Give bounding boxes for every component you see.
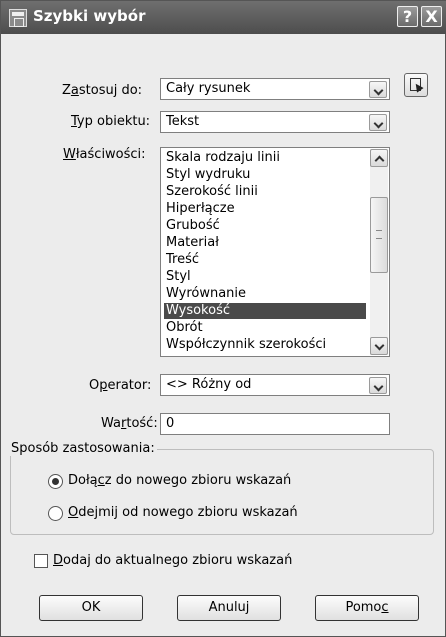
- property-list-item[interactable]: Obrót: [166, 320, 367, 336]
- property-list-item[interactable]: Treść: [166, 252, 367, 268]
- operator-combo[interactable]: <> Różny od: [160, 374, 390, 396]
- apply-mode-title: Sposób zastosowania:: [9, 441, 157, 456]
- cancel-button[interactable]: Anuluj: [177, 595, 281, 621]
- title-bar[interactable]: Szybki wybór ? X: [1, 1, 446, 34]
- property-list-item[interactable]: Grubość: [166, 218, 367, 234]
- value-label: Wartość:: [101, 416, 158, 431]
- apply-mode-group: [10, 449, 434, 535]
- radio-include-new[interactable]: [48, 474, 63, 489]
- properties-listbox[interactable]: Skala rodzaju linii Styl wydruku Szerokość…: [160, 147, 390, 357]
- property-list-item[interactable]: Skala rodzaju linii: [166, 150, 367, 166]
- property-list-item[interactable]: Materiał: [166, 235, 367, 251]
- dialog-title: Szybki wybór: [33, 7, 146, 25]
- property-list-item[interactable]: Współczynnik szerokości: [166, 337, 367, 353]
- property-list-item[interactable]: Szerokość linii: [166, 184, 367, 200]
- app-icon: [9, 9, 27, 27]
- properties-label: Właściwości:: [63, 147, 146, 162]
- vertical-scrollbar[interactable]: [370, 149, 388, 355]
- chevron-down-icon[interactable]: [369, 377, 387, 394]
- radio-include-new-label[interactable]: Dołącz do nowego zbioru wskazań: [68, 473, 291, 488]
- property-list-item[interactable]: Wyrównanie: [166, 286, 367, 302]
- property-list-item[interactable]: Wysokość: [164, 303, 366, 319]
- operator-label: Operator:: [89, 378, 152, 393]
- object-type-label: Typ obiektu:: [71, 114, 151, 129]
- append-to-current-checkbox[interactable]: [34, 554, 48, 568]
- value-input[interactable]: 0: [160, 413, 390, 435]
- append-to-current-label[interactable]: Dodaj do aktualnego zbioru wskazań: [53, 553, 292, 568]
- ok-button[interactable]: OK: [39, 595, 143, 621]
- apply-to-value: Cały rysunek: [166, 81, 251, 96]
- chevron-down-icon[interactable]: [369, 81, 387, 98]
- scrollbar-thumb[interactable]: [370, 197, 388, 273]
- operator-value: <> Różny od: [166, 377, 252, 392]
- help-button[interactable]: Pomoc: [315, 595, 419, 621]
- radio-exclude-new[interactable]: [48, 506, 63, 521]
- help-title-button[interactable]: ?: [397, 6, 418, 27]
- scroll-down-icon[interactable]: [370, 337, 388, 355]
- close-button[interactable]: X: [421, 6, 442, 27]
- select-objects-button[interactable]: [404, 73, 428, 97]
- scroll-up-icon[interactable]: [370, 149, 388, 167]
- quick-select-dialog: Szybki wybór ? X Zastosuj do: Cały rysun…: [0, 0, 446, 637]
- apply-to-combo[interactable]: Cały rysunek: [160, 78, 390, 100]
- object-type-combo[interactable]: Tekst: [160, 111, 390, 133]
- radio-exclude-new-label[interactable]: Odejmij od nowego zbioru wskazań: [68, 505, 298, 520]
- chevron-down-icon[interactable]: [369, 114, 387, 131]
- property-list-item[interactable]: Styl: [166, 269, 367, 285]
- property-list-item[interactable]: Hiperłącze: [166, 201, 367, 217]
- property-list-item[interactable]: Styl wydruku: [166, 167, 367, 183]
- apply-to-label: Zastosuj do:: [62, 83, 143, 98]
- object-type-value: Tekst: [166, 114, 200, 129]
